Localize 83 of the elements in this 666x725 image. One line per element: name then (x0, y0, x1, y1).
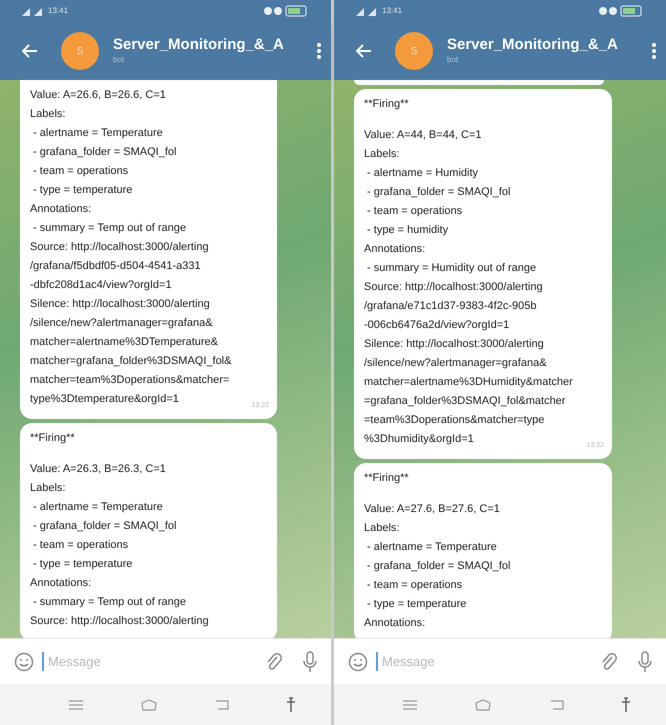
message-text: - grafana_folder = SMAQI_fol (366, 185, 510, 200)
attach-icon[interactable] (600, 652, 618, 672)
message-text: - type = temperature (32, 557, 132, 572)
message-text: - alertname = Temperature (32, 500, 163, 515)
menu-icon[interactable] (652, 43, 656, 59)
home-icon[interactable] (474, 698, 492, 710)
message-text: -006cb6476a2d/view?orgId=1 (364, 318, 510, 333)
back-arrow-icon[interactable] (22, 44, 38, 58)
message-text: Silence: http://localhost:3000/alerting (364, 337, 544, 352)
avatar: S (395, 32, 433, 70)
message-text: /grafana/f5dbdf05-d504-4541-a331 (30, 259, 201, 274)
message-text: - summary = Temp out of range (32, 595, 186, 610)
message-text: Labels: (30, 107, 66, 122)
attach-icon[interactable] (265, 652, 283, 672)
message-text: - team = operations (32, 164, 128, 179)
message-text: Source: http://localhost:3000/alerting (30, 240, 209, 255)
message-text: - team = operations (366, 578, 462, 593)
message-text: /silence/new?alertmanager=grafana& (364, 356, 547, 371)
message-text: **Firing** (364, 471, 410, 486)
message-text: Source: http://localhost:3000/alerting (364, 280, 543, 295)
menu-icon[interactable] (317, 43, 321, 59)
message-text: - type = temperature (32, 183, 132, 198)
message-text: -dbfc208d1ac4/view?orgId=1 (30, 278, 172, 293)
avatar: S (61, 32, 99, 70)
message-text: Source: http://localhost:3000/alerting (30, 614, 209, 629)
back-icon[interactable] (550, 700, 564, 710)
message-text: - type = humidity (366, 223, 448, 238)
message-text: - summary = Temp out of range (32, 221, 186, 236)
menu-icon[interactable] (68, 700, 83, 710)
message-text: /grafana/e71c1d37-9383-4f2c-905b (364, 299, 536, 314)
message-text: Annotations: (30, 576, 92, 591)
message-text: - grafana_folder = SMAQI_fol (32, 519, 176, 534)
message-text: matcher=grafana_folder%3DSMAQI_fol& (30, 354, 232, 369)
message-text: matcher=alertname%3DTemperature& (30, 335, 218, 350)
message-text: Annotations: (30, 202, 92, 217)
message-text: - alertname = Temperature (32, 126, 163, 141)
microphone-icon[interactable] (303, 650, 317, 672)
message-text: Annotations: (364, 242, 426, 257)
message-text: Annotations: (364, 616, 426, 631)
message-text: Labels: (364, 147, 400, 162)
microphone-icon[interactable] (638, 650, 652, 672)
message-text: Labels: (364, 521, 400, 536)
signal-icon (356, 6, 378, 16)
message-text: - grafana_folder = SMAQI_fol (32, 145, 176, 160)
message-text: Value: A=26.3, B=26.3, C=1 (30, 462, 166, 477)
message-text: =grafana_folder%3DSMAQI_fol&matcher (364, 394, 566, 409)
status-icons (598, 5, 644, 17)
message-text: matcher=alertname%3DHumidity&matcher (364, 375, 573, 390)
message-text: **Firing** (30, 431, 76, 446)
chat-title: Server_Monitoring_&_A (113, 36, 285, 54)
message-text: - team = operations (366, 204, 462, 219)
message-text: %3Dhumidity&orgId=1 (364, 432, 474, 447)
message-text: - alertname = Temperature (366, 540, 497, 555)
chat-title: Server_Monitoring_&_A (447, 36, 619, 54)
message-text: /silence/new?alertmanager=grafana& (30, 316, 213, 331)
message-text: Silence: http://localhost:3000/alerting (30, 297, 210, 312)
back-icon[interactable] (215, 700, 230, 710)
status-time: 13:41 (382, 5, 402, 17)
menu-icon[interactable] (402, 700, 417, 710)
message-text: Labels: (30, 481, 66, 496)
message-text: - team = operations (32, 538, 128, 553)
message-text: =team%3Doperations&matcher=type (364, 413, 544, 428)
message-text: - summary = Humidity out of range (366, 261, 536, 276)
home-icon[interactable] (140, 698, 158, 710)
chat-subtitle: bot (113, 54, 126, 66)
status-time: 13:41 (48, 5, 68, 17)
message-text: - alertname = Humidity (366, 166, 478, 181)
message-input-field[interactable]: Message (376, 652, 592, 672)
message-text: Value: A=26.6, B=26.6, C=1 (30, 88, 166, 103)
message-text: - grafana_folder = SMAQI_fol (366, 559, 510, 574)
message-text: - type = temperature (366, 597, 466, 612)
message-text: matcher=team%3Doperations&matcher= (30, 373, 230, 388)
message-input-field[interactable]: Message (42, 652, 257, 672)
status-icons (263, 5, 309, 17)
emoji-icon[interactable] (14, 652, 34, 672)
message-text: type%3Dtemperature&orgId=1 (30, 392, 179, 407)
emoji-icon[interactable] (348, 652, 368, 672)
signal-icon (22, 6, 44, 16)
message-text: Value: A=44, B=44, C=1 (364, 128, 482, 143)
message-text: Value: A=27.6, B=27.6, C=1 (364, 502, 500, 517)
chat-subtitle: bot (447, 54, 460, 66)
back-arrow-icon[interactable] (356, 44, 372, 58)
message-text: **Firing** (364, 97, 410, 112)
